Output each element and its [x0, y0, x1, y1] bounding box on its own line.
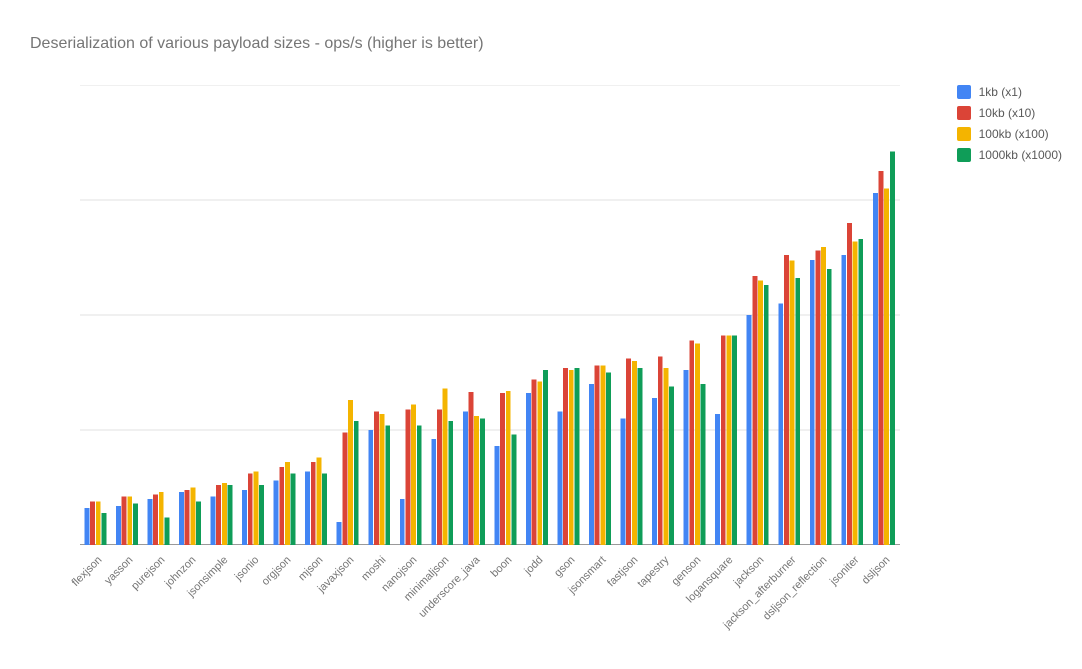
- legend-label: 1000kb (x1000): [979, 148, 1062, 162]
- legend-item: 100kb (x100): [957, 127, 1062, 141]
- chart-title: Deserialization of various payload sizes…: [0, 0, 1082, 53]
- legend-swatch: [957, 148, 971, 162]
- legend-label: 100kb (x100): [979, 127, 1049, 141]
- legend-item: 1kb (x1): [957, 85, 1062, 99]
- legend-item: 1000kb (x1000): [957, 148, 1062, 162]
- legend-label: 10kb (x10): [979, 106, 1036, 120]
- chart-svg: 02500005000007500001000000: [80, 85, 900, 545]
- legend-swatch: [957, 127, 971, 141]
- legend: 1kb (x1) 10kb (x10) 100kb (x100) 1000kb (x1…: [957, 85, 1062, 169]
- legend-label: 1kb (x1): [979, 85, 1022, 99]
- legend-item: 10kb (x10): [957, 106, 1062, 120]
- chart-plot-area: 02500005000007500001000000: [80, 85, 900, 545]
- legend-swatch: [957, 85, 971, 99]
- x-axis-labels: flexjsonyassonpurejsonjohnzonjsonsimplej…: [80, 548, 900, 668]
- legend-swatch: [957, 106, 971, 120]
